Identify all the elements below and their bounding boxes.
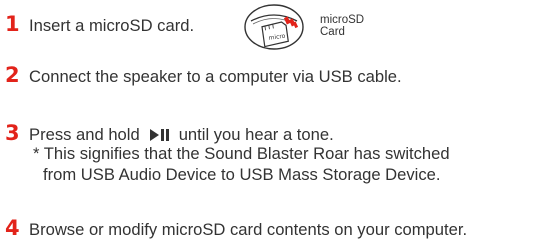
step-number-1: 1 [5,12,20,36]
card-label-line2: Card [320,26,345,38]
card-label-line1: microSD [320,14,365,26]
step-4-text: Browse or modify microSD card contents o… [29,220,468,239]
step-1-text: Insert a microSD card. [29,16,195,35]
step-2: 2 Connect the speaker to a computer via … [5,65,402,86]
step-1: 1 Insert a microSD card. [5,14,194,35]
step-3: 3 Press and hold until you hear a tone. [5,123,334,144]
step-3-text-before: Press and hold [29,125,140,144]
step-3-note-line1: * This signifies that the Sound Blaster … [33,144,450,163]
step-3-text-after: until you hear a tone. [178,125,334,144]
step-number-2: 2 [5,63,20,87]
step-2-text: Connect the speaker to a computer via US… [29,67,402,86]
step-3-note-line2: from USB Audio Device to USB Mass Storag… [43,165,441,184]
microsd-card-label: microSD Card [320,14,364,38]
step-number-4: 4 [5,216,20,240]
play-pause-icon [149,129,170,141]
microsd-card-icon: micro [243,3,305,51]
step-3-note: * This signifies that the Sound Blaster … [33,143,450,185]
step-4: 4 Browse or modify microSD card contents… [5,218,467,239]
step-number-3: 3 [5,121,20,145]
step-3-text: Press and hold until you hear a tone. [29,125,334,144]
